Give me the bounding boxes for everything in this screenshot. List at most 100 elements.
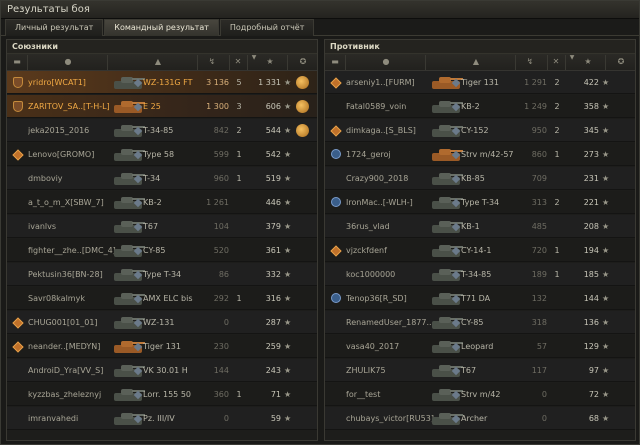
enemies-row[interactable]: dimkaga..[S_BLS] CY-152 950 2 345 ★ xyxy=(325,119,635,142)
enemies-row[interactable]: Crazy900_2018 KB-85 709 231 ★ xyxy=(325,167,635,190)
enemies-row[interactable]: arseniy1..[FURM] Tiger 131 1 291 2 422 ★ xyxy=(325,71,635,94)
enemies-row[interactable]: Fatal0589_voin KB-2 1 249 2 358 ★ xyxy=(325,95,635,118)
medal-icon xyxy=(296,100,309,113)
medal-icon[interactable]: ✪ xyxy=(296,56,310,68)
allies-row[interactable]: imranvahedi Pz. III/IV 0 59 ★ xyxy=(7,407,317,430)
enemies-row[interactable]: 1724_geroj Strv m/42-57 860 1 273 ★ xyxy=(325,143,635,166)
star-icon: ★ xyxy=(602,270,610,279)
tank-icon[interactable]: ▬ xyxy=(11,56,23,68)
tank-name: Type T-34 xyxy=(461,198,500,207)
star-icon: ★ xyxy=(284,246,292,255)
xp-value: 185 xyxy=(583,270,599,279)
star-icon: ★ xyxy=(602,198,610,207)
enemies-row[interactable]: vjzckfdenf CY-14-1 720 1 194 ★ xyxy=(325,239,635,262)
player-name: ZARITOV_SA..[T-H-L] xyxy=(28,102,110,111)
kills-value: 1 xyxy=(554,150,560,159)
player-name: Crazy900_2018 xyxy=(346,174,409,183)
allies-row[interactable]: a_t_o_m_X[SBW_7] KB-2 1 261 446 ★ xyxy=(7,191,317,214)
kills-icon[interactable]: ✕ xyxy=(549,56,563,68)
person-icon[interactable]: ● xyxy=(61,56,75,68)
allies-row[interactable]: Lenovo[GROMO] Type 58 599 1 542 ★ xyxy=(7,143,317,166)
allies-row[interactable]: yridro[WCAT1] WZ-131G FT 3 136 5 1 331 ★ xyxy=(7,71,317,94)
allies-row[interactable]: fighter__zhe..[DMC_4] CY-85 520 361 ★ xyxy=(7,239,317,262)
xp-value: 221 xyxy=(583,198,599,207)
kills-value xyxy=(550,359,564,382)
enemies-row[interactable]: ZHULIK75 T67 117 97 ★ xyxy=(325,359,635,382)
xp-value: 194 xyxy=(583,246,599,255)
tab-personal-result[interactable]: Личный результат xyxy=(5,19,104,36)
enemies-row[interactable]: vasa40_2017 Leopard 57 129 ★ xyxy=(325,335,635,358)
player-name: jeka2015_2016 xyxy=(28,126,90,135)
kills-value xyxy=(550,407,564,430)
enemies-row[interactable]: koc1000000 T-34-85 189 1 185 ★ xyxy=(325,263,635,286)
tank-name: Type T-34 xyxy=(143,270,182,279)
damage-value: 1 300 xyxy=(206,102,229,111)
tank-name: WZ-131 xyxy=(143,318,175,327)
damage-icon[interactable]: ↯ xyxy=(523,56,537,68)
kills-value: 1 xyxy=(236,294,242,303)
vehicle-icon[interactable]: ▲ xyxy=(467,56,485,68)
allies-row[interactable]: jeka2015_2016 T-34-85 842 2 544 ★ xyxy=(7,119,317,142)
star-icon: ★ xyxy=(284,174,292,183)
star-icon: ★ xyxy=(284,102,292,111)
star-icon: ★ xyxy=(602,222,610,231)
player-name: Lenovo[GROMO] xyxy=(28,150,95,159)
damage-value: 842 xyxy=(213,126,229,135)
xp-value: 231 xyxy=(583,174,599,183)
tank-name: KB-1 xyxy=(461,222,480,231)
xp-value: 358 xyxy=(583,102,599,111)
damage-value: 360 xyxy=(213,390,229,399)
allies-row[interactable]: dmboviy T-34 960 1 519 ★ xyxy=(7,167,317,190)
enemies-row[interactable]: for__test Strv m/42 0 72 ★ xyxy=(325,383,635,406)
enemies-row[interactable]: chubays_victor[RU53] Archer 0 68 ★ xyxy=(325,407,635,430)
allies-row[interactable]: Pektusin36[BN-28] Type T-34 86 332 ★ xyxy=(7,263,317,286)
kills-value: 2 xyxy=(236,126,242,135)
kills-icon[interactable]: ✕ xyxy=(231,56,245,68)
enemies-row[interactable]: Tenop36[R_SD] T71 DA 132 144 ★ xyxy=(325,287,635,310)
enemies-row[interactable]: IronMac..[-WLH-] Type T-34 313 2 221 ★ xyxy=(325,191,635,214)
player-name: Pektusin36[BN-28] xyxy=(28,270,103,279)
xp-value: 97 xyxy=(588,366,599,375)
allies-row[interactable]: AndroiD_Yra[VV_S] VK 30.01 H 144 243 ★ xyxy=(7,359,317,382)
clan-badge-icon xyxy=(331,293,341,303)
allies-row[interactable]: kyzzbas_zheleznyj Lorr. 155 50 360 1 71 ★ xyxy=(7,383,317,406)
damage-value: 520 xyxy=(213,246,229,255)
xp-value: 68 xyxy=(588,414,599,423)
sort-icon[interactable]: ▼ xyxy=(567,52,577,64)
tank-name: KB-2 xyxy=(461,102,480,111)
xp-value: 208 xyxy=(583,222,599,231)
star-icon: ★ xyxy=(284,414,292,423)
xp-value: 519 xyxy=(265,174,281,183)
tank-name: Tiger 131 xyxy=(461,78,499,87)
player-name: ZHULIK75 xyxy=(346,366,386,375)
allies-row[interactable]: neander..[MEDYN] Tiger 131 230 259 ★ xyxy=(7,335,317,358)
star-icon: ★ xyxy=(602,174,610,183)
enemies-row[interactable]: RenamedUser_1877.. CY-85 318 136 ★ xyxy=(325,311,635,334)
tab-team-result[interactable]: Командный результат xyxy=(104,19,219,36)
player-name: imranvahedi xyxy=(28,414,79,423)
allies-row[interactable]: Savr08kalmyk AMX ELC bis 292 1 316 ★ xyxy=(7,287,317,310)
sort-icon[interactable]: ▼ xyxy=(249,52,259,64)
star-icon[interactable]: ★ xyxy=(581,56,595,68)
tank-name: T67 xyxy=(143,222,159,231)
vehicle-icon[interactable]: ▲ xyxy=(149,56,167,68)
person-icon[interactable]: ● xyxy=(379,56,393,68)
star-icon: ★ xyxy=(284,318,292,327)
allies-row[interactable]: ZARITOV_SA..[T-H-L] E 25 1 300 3 606 ★ xyxy=(7,95,317,118)
xp-value: 144 xyxy=(583,294,599,303)
allies-row[interactable]: ivanlvs T67 104 379 ★ xyxy=(7,215,317,238)
damage-icon[interactable]: ↯ xyxy=(205,56,219,68)
player-name: Tenop36[R_SD] xyxy=(346,294,407,303)
medal-icon[interactable]: ✪ xyxy=(614,56,628,68)
damage-value: 104 xyxy=(213,222,229,231)
tank-name: E 25 xyxy=(143,102,161,111)
star-icon: ★ xyxy=(602,294,610,303)
tab-detailed-report[interactable]: Подробный отчёт xyxy=(219,19,315,36)
kills-value: 1 xyxy=(236,390,242,399)
enemies-row[interactable]: 36rus_vlad KB-1 485 208 ★ xyxy=(325,215,635,238)
star-icon[interactable]: ★ xyxy=(263,56,277,68)
tank-icon[interactable]: ▬ xyxy=(329,56,341,68)
allies-row[interactable]: CHUG001[01_01] WZ-131 0 287 ★ xyxy=(7,311,317,334)
damage-value: 3 136 xyxy=(206,78,229,87)
kills-value xyxy=(232,407,246,430)
